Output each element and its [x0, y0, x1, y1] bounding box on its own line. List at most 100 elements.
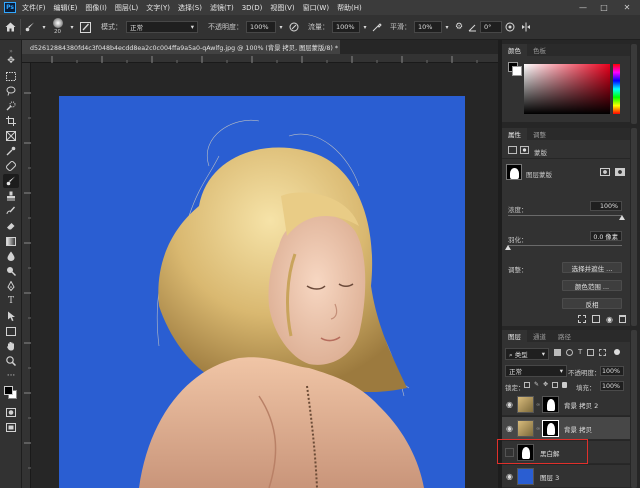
minimize-button[interactable]: —	[574, 0, 592, 15]
menu-layer[interactable]: 图层(L)	[115, 3, 138, 13]
load-selection-icon[interactable]	[578, 315, 587, 323]
foreground-color-swatch[interactable]	[4, 386, 13, 395]
marquee-tool-icon[interactable]	[3, 69, 19, 83]
eye-icon[interactable]: ◉	[505, 472, 514, 481]
healing-brush-tool-icon[interactable]	[3, 159, 19, 173]
layer-mask-thumbnail[interactable]	[542, 396, 559, 413]
layer-row[interactable]: ◉ 图层 3	[502, 465, 630, 488]
link-icon[interactable]: ∞	[536, 402, 540, 408]
angle-field[interactable]: 0°	[480, 21, 502, 33]
layer-mask-thumbnail[interactable]	[542, 420, 559, 437]
screen-mode-icon[interactable]	[3, 420, 19, 434]
airbrush-icon[interactable]	[370, 22, 384, 32]
vector-mask-icon[interactable]	[520, 146, 529, 154]
flow-field[interactable]: 100%	[332, 21, 360, 33]
home-icon[interactable]	[0, 22, 20, 32]
brush-settings-icon[interactable]	[77, 21, 93, 33]
menu-filter[interactable]: 滤镜(T)	[210, 3, 234, 13]
pixel-filter-icon[interactable]	[554, 349, 561, 356]
symmetry-icon[interactable]	[518, 22, 534, 32]
eye-icon[interactable]: ◉	[505, 424, 514, 433]
crop-tool-icon[interactable]	[3, 114, 19, 128]
brush-tool-icon[interactable]	[21, 22, 39, 32]
feather-field[interactable]: 0.0 像素	[590, 231, 622, 241]
tab-layers[interactable]: 图层	[502, 330, 527, 342]
document-tab[interactable]: d52612884380fd4c3f048b4ecdd8ea2c0c004ffa…	[22, 40, 340, 54]
menu-image[interactable]: 图像(I)	[85, 3, 107, 13]
pressure-opacity-icon[interactable]	[286, 22, 302, 32]
background-color-swatch[interactable]	[512, 66, 522, 76]
vector-mask-add-icon[interactable]	[615, 168, 625, 176]
menu-type[interactable]: 文字(Y)	[146, 3, 170, 13]
mode-select[interactable]: 正常 ▾	[126, 21, 198, 33]
menu-window[interactable]: 窗口(W)	[303, 3, 329, 13]
layer-opacity-field[interactable]: 100%	[600, 366, 624, 376]
color-swatches[interactable]	[4, 386, 18, 400]
density-field[interactable]: 100%	[590, 201, 622, 211]
tab-adjustments[interactable]: 调整	[527, 128, 552, 140]
hue-slider[interactable]	[613, 64, 620, 114]
menu-file[interactable]: 文件(F)	[22, 3, 46, 13]
lock-all-icon[interactable]	[562, 382, 568, 388]
hand-tool-icon[interactable]	[3, 339, 19, 353]
trash-icon[interactable]	[619, 315, 626, 323]
link-icon[interactable]: ∞	[536, 426, 540, 432]
frame-tool-icon[interactable]	[3, 129, 19, 143]
brush-tool-icon[interactable]	[3, 174, 19, 188]
menu-3d[interactable]: 3D(D)	[242, 4, 263, 12]
type-filter-icon[interactable]: T	[578, 349, 582, 356]
gear-icon[interactable]: ⚙	[452, 22, 466, 32]
eye-icon[interactable]: ◉	[505, 400, 514, 409]
scrollbar[interactable]	[631, 44, 637, 124]
tab-swatches[interactable]: 色板	[527, 44, 552, 56]
scrollbar[interactable]	[631, 330, 637, 488]
select-mask-icon[interactable]	[600, 168, 610, 176]
layer-row-selected[interactable]: ◉ ∞ 背景 拷贝	[502, 417, 630, 440]
chevron-down-icon[interactable]: ▾	[67, 24, 77, 31]
maximize-button[interactable]: □	[595, 0, 613, 15]
invert-button[interactable]: 反相	[562, 298, 622, 309]
menu-help[interactable]: 帮助(H)	[337, 3, 362, 13]
close-window-button[interactable]: ✕	[618, 0, 636, 15]
tab-paths[interactable]: 路径	[552, 330, 577, 342]
tab-properties[interactable]: 属性	[502, 128, 527, 140]
adjustment-filter-icon[interactable]	[566, 349, 573, 356]
history-brush-tool-icon[interactable]	[3, 204, 19, 218]
clone-stamp-tool-icon[interactable]	[3, 189, 19, 203]
lock-position-icon[interactable]: ✥	[543, 382, 548, 388]
lasso-tool-icon[interactable]	[3, 84, 19, 98]
menu-view[interactable]: 视图(V)	[270, 3, 294, 13]
quick-select-tool-icon[interactable]	[3, 99, 19, 113]
fill-field[interactable]: 100%	[600, 381, 624, 391]
menu-select[interactable]: 选择(S)	[178, 3, 202, 13]
feather-slider-handle[interactable]	[505, 245, 511, 250]
layer-row[interactable]: ◉ ∞ 背景 拷贝 2	[502, 393, 630, 416]
gradient-tool-icon[interactable]	[3, 234, 19, 248]
feather-slider[interactable]	[508, 245, 622, 246]
horizontal-ruler[interactable]	[22, 54, 498, 63]
tab-color[interactable]: 颜色	[502, 44, 527, 56]
layer-filter-select[interactable]: ⌕ 类型 ▾	[505, 348, 549, 360]
smoothing-field[interactable]: 10%	[414, 21, 442, 33]
move-tool-icon[interactable]: ✥	[3, 54, 19, 68]
path-selection-tool-icon[interactable]	[3, 309, 19, 323]
color-field[interactable]	[524, 64, 610, 114]
pen-tool-icon[interactable]	[3, 279, 19, 293]
brush-preset-picker[interactable]: 20	[49, 16, 67, 38]
type-tool-icon[interactable]: T	[3, 294, 19, 308]
select-and-mask-button[interactable]: 选择并遮住 ...	[562, 262, 622, 273]
eraser-tool-icon[interactable]	[3, 219, 19, 233]
chevron-down-icon[interactable]: ▾	[39, 24, 49, 31]
rectangle-tool-icon[interactable]	[3, 324, 19, 338]
tab-channels[interactable]: 通道	[527, 330, 552, 342]
smart-object-filter-icon[interactable]	[599, 349, 607, 356]
color-range-button[interactable]: 颜色范围 ...	[562, 280, 622, 291]
filter-toggle-icon[interactable]	[614, 349, 621, 355]
lock-transparent-icon[interactable]	[524, 382, 530, 388]
scrollbar[interactable]	[631, 128, 637, 326]
more-tools-icon[interactable]: ···	[3, 369, 19, 383]
lock-artboard-icon[interactable]	[552, 382, 559, 388]
blend-mode-select[interactable]: 正常 ▾	[505, 365, 567, 377]
shape-filter-icon[interactable]	[587, 349, 595, 356]
eyedropper-tool-icon[interactable]	[3, 144, 19, 158]
